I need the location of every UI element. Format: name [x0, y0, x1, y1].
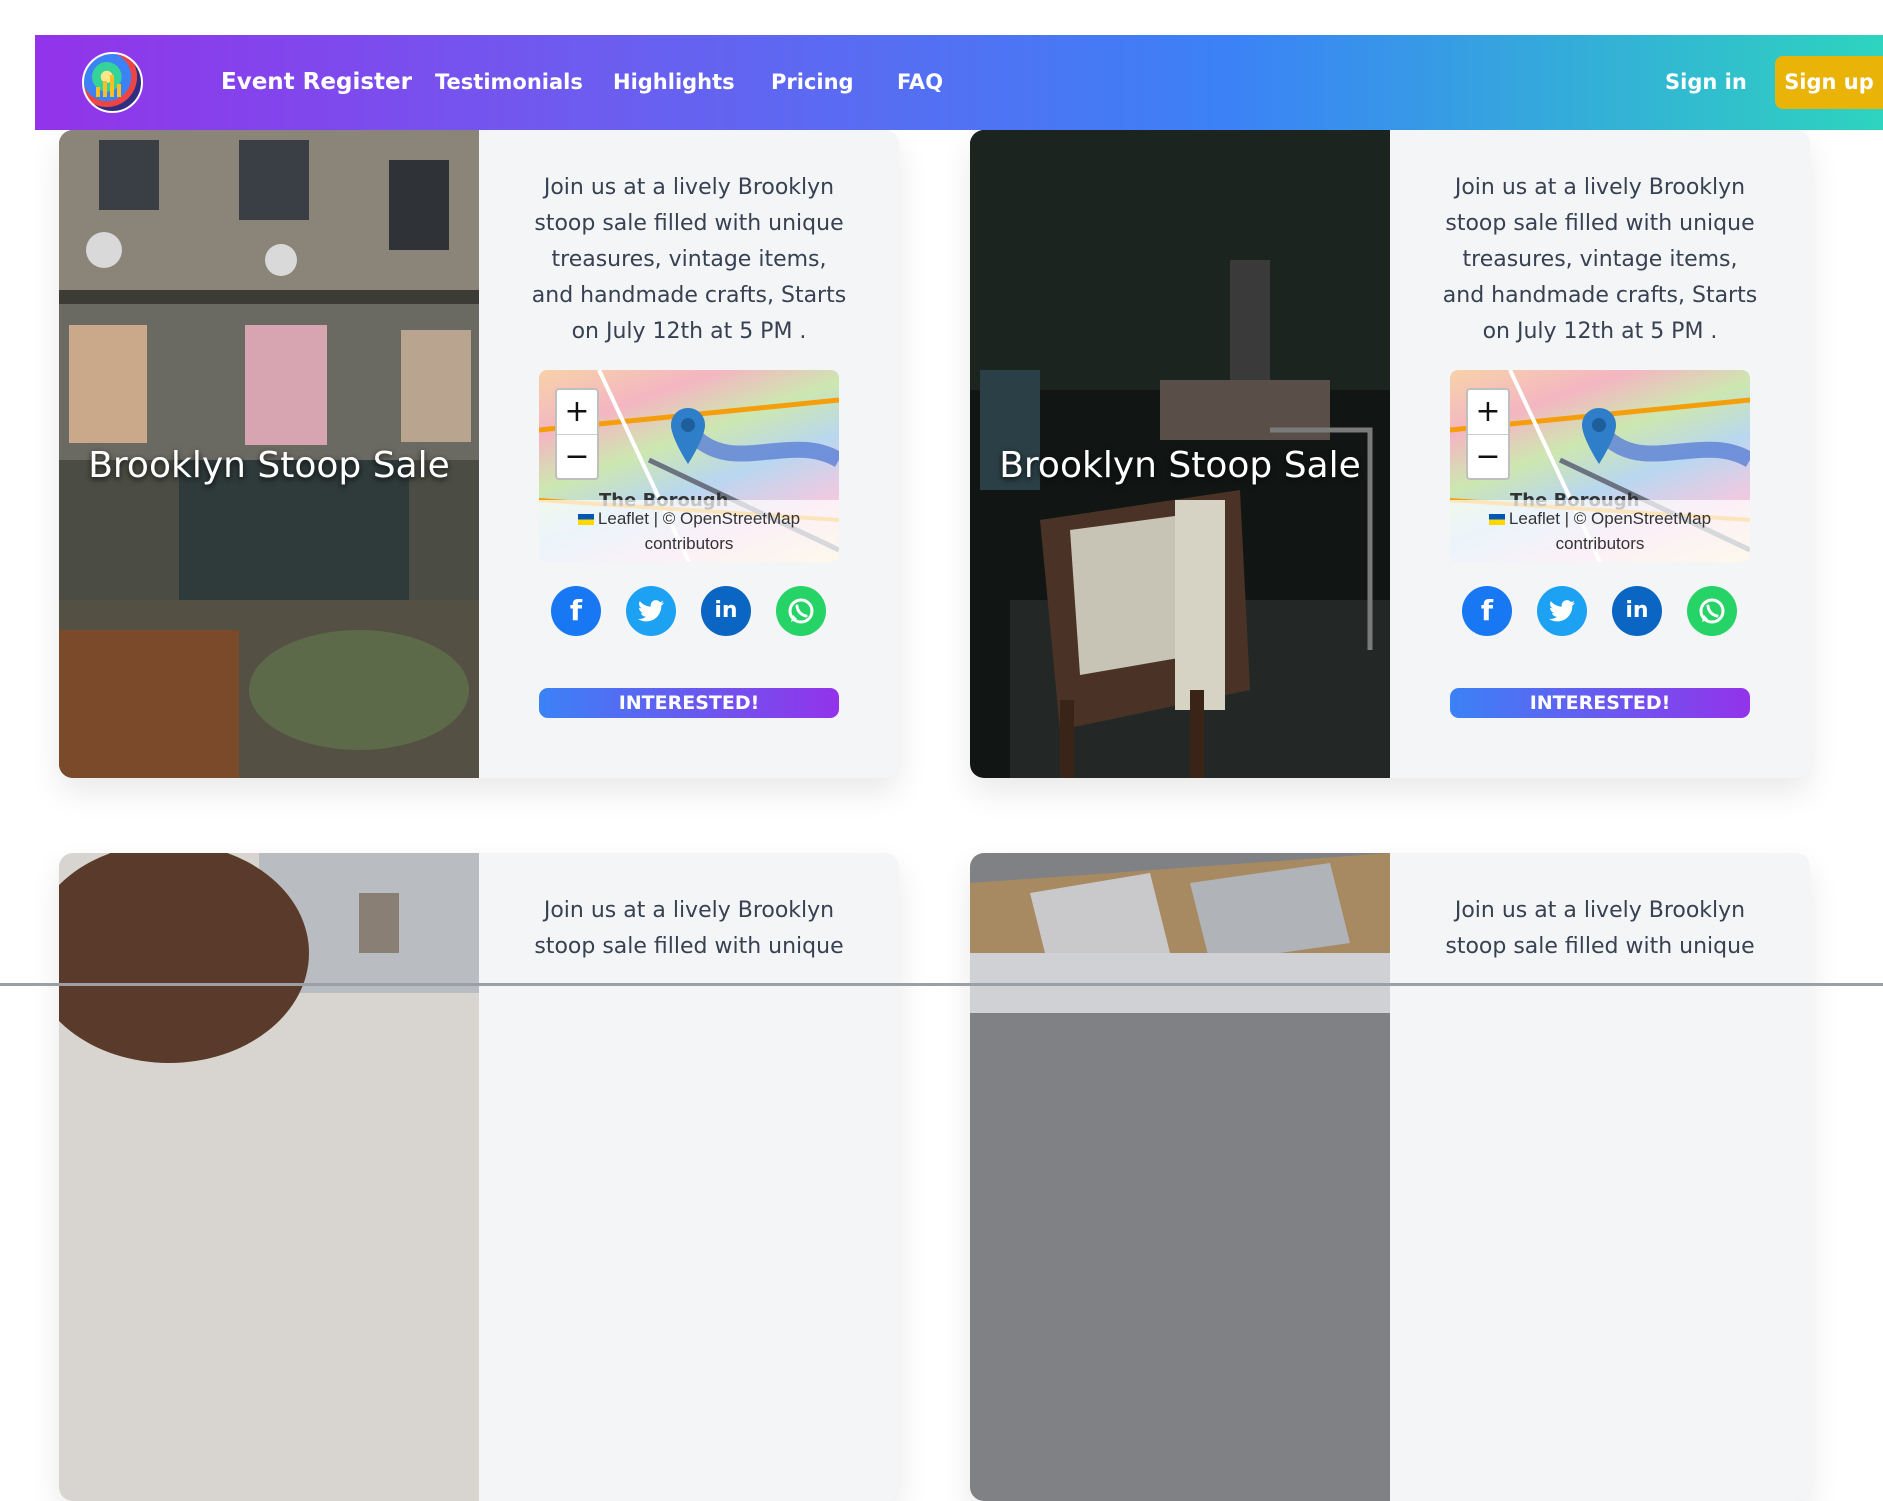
event-description: Join us at a lively Brooklyn stoop sale … [534, 898, 844, 959]
map-zoom-control: + − [555, 388, 599, 480]
share-buttons: f in [1450, 586, 1750, 638]
event-title: Brooklyn Stoop Sale [88, 445, 450, 486]
event-card: Brooklyn Stoop Sale Join us at a lively … [59, 130, 899, 778]
twitter-icon[interactable] [1537, 586, 1587, 636]
person-photo-icon [59, 853, 479, 1501]
nav-brand-link[interactable]: Event Register [221, 35, 412, 130]
event-description: Join us at a lively Brooklyn stoop sale … [1445, 898, 1755, 959]
interested-button[interactable]: INTERESTED! [539, 688, 839, 718]
nav-link-pricing[interactable]: Pricing [771, 35, 854, 130]
interested-button[interactable]: INTERESTED! [1450, 688, 1750, 718]
boxes-photo-icon [970, 853, 1390, 1501]
event-image: Brooklyn Stoop Sale [59, 130, 479, 778]
zoom-out-button[interactable]: − [1468, 435, 1508, 479]
map-zoom-control: + − [1466, 388, 1510, 480]
map-attribution-line1[interactable]: Leaflet | © OpenStreetMap [1509, 509, 1711, 528]
sign-in-link[interactable]: Sign in [1665, 35, 1747, 130]
nav-link-highlights[interactable]: Highlights [613, 35, 735, 130]
whatsapp-icon[interactable] [1687, 586, 1737, 636]
event-image: Brooklyn Stoop Sale [970, 130, 1390, 778]
twitter-icon[interactable] [626, 586, 676, 636]
event-card: Join us at a lively Brooklyn stoop sale … [970, 853, 1810, 1501]
logo[interactable] [82, 52, 143, 113]
event-body: Join us at a lively Brooklyn stoop sale … [1390, 853, 1810, 1501]
map-marker-icon[interactable] [1582, 408, 1616, 464]
event-image [970, 853, 1390, 1501]
map-attribution-line2: contributors [1555, 534, 1645, 553]
linkedin-icon[interactable]: in [1612, 586, 1662, 636]
event-card: Brooklyn Stoop Sale Join us at a lively … [970, 130, 1810, 778]
event-title: Brooklyn Stoop Sale [999, 445, 1361, 486]
zoom-in-button[interactable]: + [557, 390, 597, 435]
zoom-in-button[interactable]: + [1468, 390, 1508, 435]
nav-link-faq[interactable]: FAQ [897, 35, 943, 130]
facebook-icon[interactable]: f [551, 586, 601, 636]
event-image [59, 853, 479, 1501]
map-marker-icon[interactable] [671, 408, 705, 464]
event-map[interactable]: + − The Borough Leaflet | © OpenStreetMa… [1450, 370, 1750, 562]
nav-link-testimonials[interactable]: Testimonials [435, 35, 583, 130]
event-card: Join us at a lively Brooklyn stoop sale … [59, 853, 899, 1501]
event-body: Join us at a lively Brooklyn stoop sale … [479, 130, 899, 778]
map-attribution: Leaflet | © OpenStreetMap contributors [1450, 500, 1750, 562]
whatsapp-icon[interactable] [776, 586, 826, 636]
map-attribution-line2: contributors [644, 534, 734, 553]
facebook-icon[interactable]: f [1462, 586, 1512, 636]
map-attribution-line1[interactable]: Leaflet | © OpenStreetMap [598, 509, 800, 528]
event-map[interactable]: + − The Borough Leaflet | © OpenStreetMa… [539, 370, 839, 562]
event-description: Join us at a lively Brooklyn stoop sale … [1442, 175, 1758, 344]
navbar: Event Register Testimonials Highlights P… [35, 35, 1883, 130]
ukraine-flag-icon [577, 514, 594, 525]
share-buttons: f in [539, 586, 839, 638]
event-description: Join us at a lively Brooklyn stoop sale … [531, 175, 847, 344]
map-attribution: Leaflet | © OpenStreetMap contributors [539, 500, 839, 562]
chart-bars-icon [96, 75, 121, 97]
event-body: Join us at a lively Brooklyn stoop sale … [1390, 130, 1810, 778]
linkedin-icon[interactable]: in [701, 586, 751, 636]
event-body: Join us at a lively Brooklyn stoop sale … [479, 853, 899, 1501]
sign-up-button[interactable]: Sign up [1775, 56, 1883, 109]
ukraine-flag-icon [1488, 514, 1505, 525]
zoom-out-button[interactable]: − [557, 435, 597, 479]
